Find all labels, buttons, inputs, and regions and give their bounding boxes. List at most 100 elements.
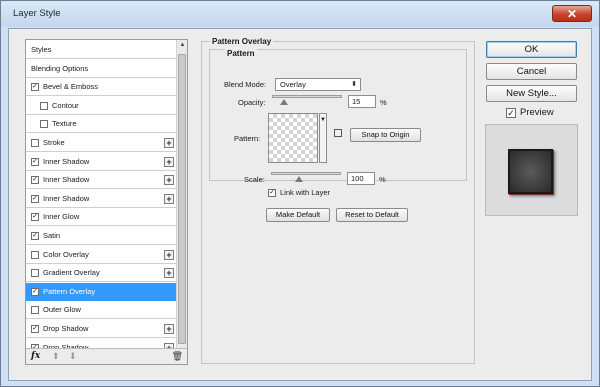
trash-icon[interactable]: 🗑 xyxy=(172,351,183,362)
styles-list-item[interactable]: Styles xyxy=(26,41,177,59)
styles-list-item[interactable]: ✓ Satin xyxy=(26,227,177,245)
style-label: Inner Shadow xyxy=(43,157,90,166)
add-effect-icon[interactable]: + xyxy=(164,250,174,260)
styles-list-item[interactable]: ✓ Inner Shadow + xyxy=(26,171,177,189)
scale-slider[interactable] xyxy=(271,172,341,182)
style-label: Color Overlay xyxy=(43,250,89,259)
link-with-layer-checkbox[interactable]: ✓ xyxy=(268,188,276,197)
style-checkbox[interactable] xyxy=(40,119,48,128)
styles-list-item[interactable]: ✓ Inner Shadow + xyxy=(26,153,177,171)
style-checkbox[interactable]: ✓ xyxy=(31,231,39,240)
layer-style-dialog: Layer Style ✕ Styles Blending Options ✓ Bev… xyxy=(0,0,600,387)
styles-list-item[interactable]: Color Overlay + xyxy=(26,246,177,264)
scroll-up-arrow-icon[interactable]: ▲ xyxy=(178,40,187,50)
style-checkbox[interactable] xyxy=(31,138,39,147)
opacity-label: Opacity: xyxy=(238,98,266,107)
add-effect-icon[interactable]: + xyxy=(164,268,174,278)
style-label: Inner Glow xyxy=(43,212,80,221)
preview-checkbox[interactable]: ✓ xyxy=(506,107,516,118)
style-label: Gradient Overlay xyxy=(43,268,100,277)
blend-mode-select[interactable]: Overlay ⬍ xyxy=(275,78,361,91)
style-label: Satin xyxy=(43,231,61,240)
cancel-button[interactable]: Cancel xyxy=(486,63,577,80)
styles-list-item[interactable]: ✓ Drop Shadow + xyxy=(26,320,177,338)
styles-list-item[interactable]: ✓ Pattern Overlay xyxy=(26,283,177,301)
link-with-layer[interactable]: ✓ Link with Layer xyxy=(268,188,330,197)
style-label: Contour xyxy=(52,101,79,110)
pattern-overlay-panel: Pattern Overlay Pattern Blend Mode: Over… xyxy=(201,37,475,364)
move-up-icon[interactable]: ⬆ xyxy=(52,351,60,362)
add-effect-icon[interactable]: + xyxy=(164,194,174,204)
style-checkbox[interactable]: ✓ xyxy=(31,157,39,166)
scale-percent: % xyxy=(379,175,386,184)
add-effect-icon[interactable]: + xyxy=(164,324,174,334)
add-effect-icon[interactable]: + xyxy=(164,175,174,185)
pattern-picker-arrow-icon[interactable]: ▼ xyxy=(319,113,327,163)
styles-list: Styles Blending Options ✓ Bevel & Emboss Con… xyxy=(25,39,188,365)
styles-list-item[interactable]: ✓ Bevel & Emboss xyxy=(26,78,177,96)
group-title: Pattern xyxy=(225,49,257,58)
close-button[interactable]: ✕ xyxy=(552,5,592,22)
style-checkbox[interactable] xyxy=(31,305,39,314)
style-checkbox[interactable]: ✓ xyxy=(31,82,39,91)
styles-list-item[interactable]: Outer Glow xyxy=(26,301,177,319)
pattern-group: Pattern Blend Mode: Overlay ⬍ Opacity: 1… xyxy=(209,49,467,181)
style-label: Pattern Overlay xyxy=(43,287,96,296)
pattern-label: Pattern: xyxy=(234,134,261,143)
pattern-swatch[interactable] xyxy=(268,113,318,163)
title-bar[interactable]: Layer Style ✕ xyxy=(1,1,599,27)
reset-to-default-button[interactable]: Reset to Default xyxy=(336,208,408,222)
styles-list-scrollbar[interactable]: ▲ ▼ xyxy=(176,40,187,364)
style-checkbox[interactable] xyxy=(31,250,39,259)
styles-list-item[interactable]: ✓ Inner Shadow + xyxy=(26,190,177,208)
style-preview-swatch xyxy=(508,149,553,194)
styles-list-item[interactable]: Contour xyxy=(26,97,177,115)
scale-input[interactable]: 100 xyxy=(347,172,375,185)
preview-toggle[interactable]: ✓ Preview xyxy=(506,107,554,118)
styles-list-item[interactable]: Gradient Overlay + xyxy=(26,264,177,282)
scale-label: Scale: xyxy=(244,175,265,184)
styles-list-item[interactable]: Blending Options xyxy=(26,60,177,78)
style-label: Bevel & Emboss xyxy=(43,82,99,91)
add-effect-icon[interactable]: + xyxy=(164,157,174,167)
styles-list-item[interactable]: Stroke + xyxy=(26,134,177,152)
blend-mode-label: Blend Mode: xyxy=(224,80,267,89)
make-default-button[interactable]: Make Default xyxy=(266,208,330,222)
blend-mode-value: Overlay xyxy=(280,80,306,89)
style-checkbox[interactable]: ✓ xyxy=(31,212,39,221)
style-label: Inner Shadow xyxy=(43,194,90,203)
preview-label: Preview xyxy=(520,107,554,118)
style-label: Stroke xyxy=(43,138,65,147)
snap-to-origin-button[interactable]: Snap to Origin xyxy=(350,128,421,142)
style-label: Inner Shadow xyxy=(43,175,90,184)
style-checkbox[interactable] xyxy=(40,101,48,110)
dropdown-arrow-icon: ⬍ xyxy=(351,81,357,88)
style-checkbox[interactable]: ✓ xyxy=(31,324,39,333)
style-checkbox[interactable]: ✓ xyxy=(31,287,39,296)
link-with-layer-label: Link with Layer xyxy=(280,188,331,197)
fx-icon[interactable]: fx xyxy=(31,351,40,361)
style-label: Drop Shadow xyxy=(43,324,89,333)
style-preview xyxy=(485,124,578,216)
opacity-percent: % xyxy=(380,98,387,107)
style-label: Outer Glow xyxy=(43,305,81,314)
add-effect-icon[interactable]: + xyxy=(164,138,174,148)
opacity-slider-thumb[interactable] xyxy=(279,99,288,105)
style-checkbox[interactable]: ✓ xyxy=(31,175,39,184)
style-checkbox[interactable] xyxy=(31,268,39,277)
opacity-input[interactable]: 15 xyxy=(348,95,376,108)
new-preset-icon[interactable] xyxy=(334,129,342,137)
style-label: Texture xyxy=(52,119,77,128)
move-down-icon[interactable]: ⬇ xyxy=(69,351,77,362)
styles-list-item[interactable]: Texture xyxy=(26,115,177,133)
new-style-button[interactable]: New Style... xyxy=(486,85,577,102)
scroll-thumb[interactable] xyxy=(178,54,186,344)
ok-button[interactable]: OK xyxy=(486,41,577,58)
close-icon: ✕ xyxy=(566,6,578,21)
style-checkbox[interactable]: ✓ xyxy=(31,194,39,203)
scale-slider-thumb[interactable] xyxy=(294,176,303,182)
styles-list-item[interactable]: ✓ Inner Glow xyxy=(26,208,177,226)
window-title: Layer Style xyxy=(13,8,61,19)
opacity-slider[interactable] xyxy=(272,95,342,105)
styles-list-footer: fx ⬆ ⬇ 🗑 xyxy=(26,348,187,364)
